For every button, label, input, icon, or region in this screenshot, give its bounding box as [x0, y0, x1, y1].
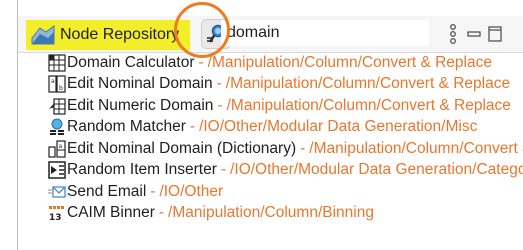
panel-toolbar: Node Repository: [18, 16, 523, 53]
list-item[interactable]: 13 CAIM Binner - /Manipulation/Column/Bi…: [48, 203, 523, 225]
path-separator: -: [198, 53, 204, 71]
list-item[interactable]: Domain Calculator - /Manipulation/Column…: [48, 52, 523, 74]
tab-label: Node Repository: [60, 26, 180, 43]
edit-nominal-domain-icon: a b: [48, 75, 66, 93]
path-separator: -: [158, 204, 165, 222]
node-path: /Manipulation/Column/Convert & Replace: [207, 53, 492, 71]
svg-text:a: a: [51, 78, 55, 85]
edit-nominal-domain-dictionary-icon: a: [48, 140, 66, 158]
list-item[interactable]: Random Item Inserter - /IO/Other/Modular…: [48, 160, 523, 182]
search-results-list: Domain Calculator - /Manipulation/Column…: [48, 52, 523, 224]
node-name: CAIM Binner: [67, 204, 155, 222]
node-name: Edit Nominal Domain: [67, 75, 213, 93]
random-item-inserter-icon: [48, 161, 66, 179]
path-separator: -: [300, 139, 306, 157]
node-name: Send Email: [67, 182, 147, 200]
path-separator: -: [216, 75, 222, 93]
list-item[interactable]: a Edit Nominal Domain (Dictionary) - /Ma…: [48, 138, 523, 160]
node-repository-panel: Node Repository domain Domain Calculator…: [17, 0, 523, 250]
svg-text:a: a: [59, 143, 63, 150]
node-name: Random Matcher: [67, 118, 186, 136]
send-email-icon: [48, 186, 66, 198]
node-name: Domain Calculator: [67, 53, 195, 71]
path-separator: -: [150, 182, 156, 200]
node-name: Edit Numeric Domain: [67, 96, 214, 114]
list-item[interactable]: Random Matcher - /IO/Other/Modular Data …: [48, 117, 523, 139]
node-path: /IO/Other: [159, 182, 224, 200]
node-name: Edit Nominal Domain (Dictionary): [67, 139, 297, 157]
svg-text:13: 13: [49, 213, 62, 222]
random-matcher-icon: [50, 118, 64, 136]
node-path: /Manipulation/Column/Convert & Replace: [225, 75, 511, 93]
domain-calculator-icon: [48, 54, 66, 72]
svg-text:b: b: [59, 85, 63, 92]
search-input[interactable]: [221, 20, 429, 46]
caim-binner-icon: 13: [49, 206, 64, 222]
list-item[interactable]: Edit Numeric Domain - /Manipulation/Colu…: [48, 95, 523, 117]
path-separator: -: [217, 96, 223, 114]
minimize-icon[interactable]: [467, 27, 481, 41]
node-path: /Manipulation/Column/Binning: [168, 204, 374, 222]
node-path: /IO/Other/Modular Data Generation/Misc: [199, 118, 478, 136]
node-repository-icon: [31, 25, 55, 45]
node-name: Random Item Inserter: [67, 161, 217, 179]
node-repository-tab[interactable]: Node Repository: [26, 20, 190, 50]
view-menu-icon[interactable]: [446, 23, 460, 47]
list-item[interactable]: Send Email - /IO/Other: [48, 181, 523, 203]
node-path: /Manipulation/Column/Convert & Replace: [226, 96, 511, 114]
maximize-icon[interactable]: [488, 26, 502, 42]
path-separator: -: [220, 161, 227, 179]
node-path: /IO/Other/Modular Data Generation/Catego…: [230, 161, 523, 179]
edit-numeric-domain-icon: [49, 98, 66, 115]
path-separator: -: [189, 118, 196, 136]
list-item[interactable]: a b Edit Nominal Domain - /Manipulation/…: [48, 74, 523, 96]
node-path: /Manipulation/Column/Convert & Replace: [309, 139, 523, 157]
